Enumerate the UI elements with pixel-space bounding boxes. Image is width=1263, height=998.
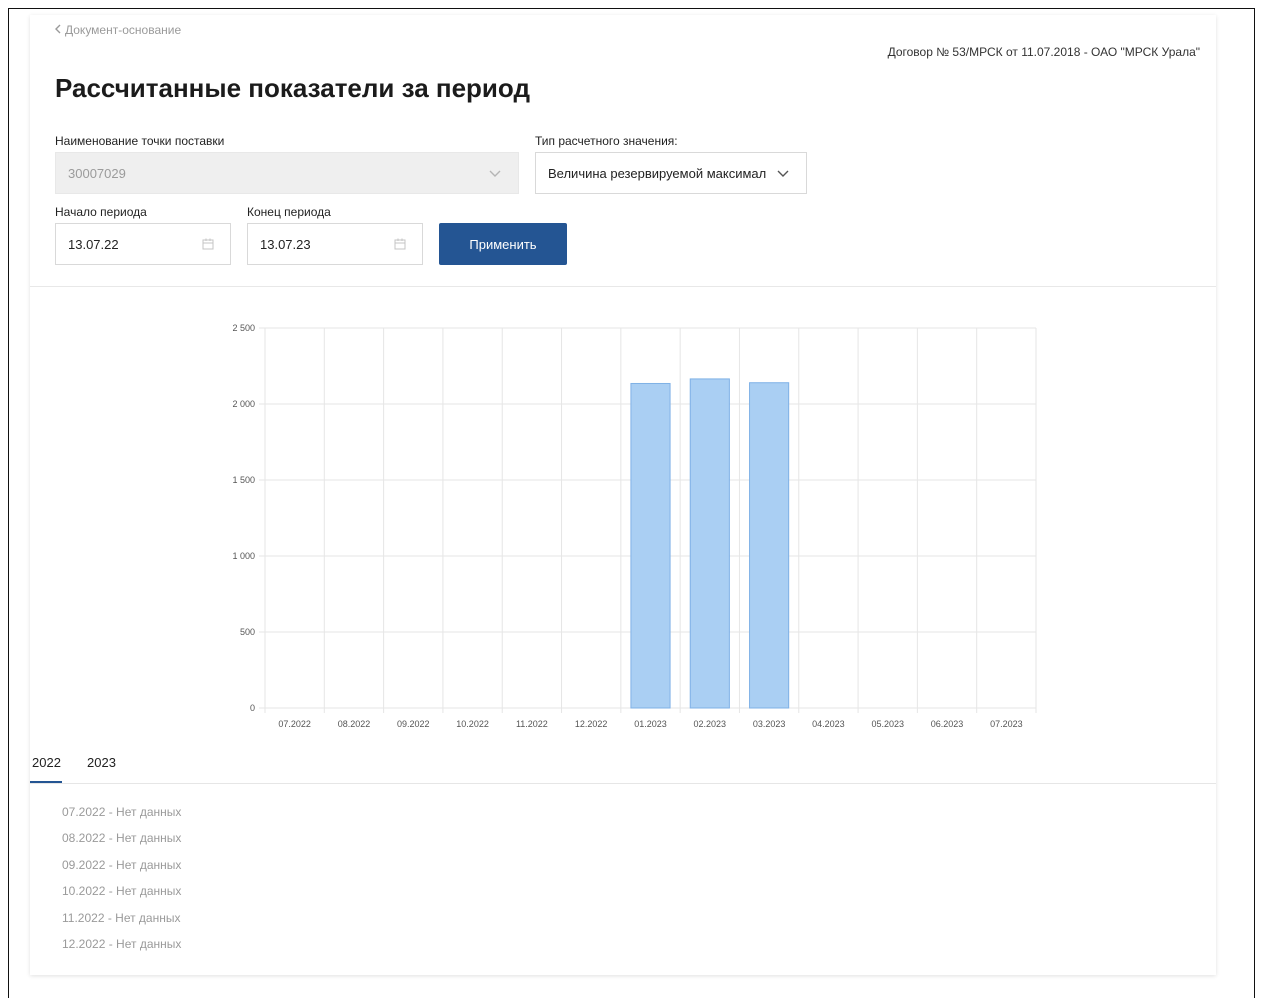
x-tick-label: 09.2022	[397, 719, 430, 729]
tab-2022[interactable]: 2022	[32, 755, 61, 770]
x-tick-label: 06.2023	[931, 719, 964, 729]
y-tick-label: 1 500	[232, 475, 255, 485]
year-tabs: 2022 2023	[30, 755, 1216, 785]
x-tick-label: 07.2022	[278, 719, 311, 729]
data-list: 07.2022 - Нет данных 08.2022 - Нет данны…	[62, 803, 181, 961]
active-tab-indicator	[30, 781, 62, 783]
x-tick-label: 07.2023	[990, 719, 1023, 729]
x-tick-label: 05.2023	[871, 719, 904, 729]
list-item: 07.2022 - Нет данных	[62, 805, 182, 819]
chart-bar	[749, 382, 790, 709]
list-item: 12.2022 - Нет данных	[62, 936, 182, 951]
y-tick-label: 500	[240, 627, 255, 637]
list-item: 10.2022 - Нет данных	[62, 884, 182, 899]
y-tick-label: 2 500	[232, 323, 255, 333]
x-tick-label: 03.2023	[753, 719, 786, 729]
x-tick-label: 12.2022	[575, 719, 608, 729]
tabs-divider	[30, 783, 1216, 784]
x-tick-label: 04.2023	[812, 719, 845, 729]
y-tick-label: 1 000	[232, 551, 255, 561]
chart-bar	[630, 382, 671, 709]
x-tick-label: 01.2023	[634, 719, 667, 729]
x-tick-label: 02.2023	[694, 719, 727, 729]
x-tick-label: 08.2022	[338, 719, 371, 729]
list-item: 11.2022 - Нет данных	[62, 910, 181, 925]
y-tick-label: 2 000	[232, 399, 255, 409]
x-tick-label: 10.2022	[456, 719, 489, 729]
chart-bar	[689, 378, 730, 709]
tab-2023[interactable]: 2023	[87, 755, 116, 770]
main-card: Документ-основание Договор № 53/МРСК от …	[30, 15, 1216, 975]
bar-chart: 0 500 1 000 1 500 2 000 2 500 07.2022 08.2022 09…	[232, 323, 1037, 729]
x-tick-label: 11.2022	[516, 719, 548, 729]
y-tick-label: 0	[250, 703, 255, 713]
list-item: 09.2022 - Нет данных	[62, 857, 182, 872]
list-item: 08.2022 - Нет данных	[62, 831, 182, 846]
